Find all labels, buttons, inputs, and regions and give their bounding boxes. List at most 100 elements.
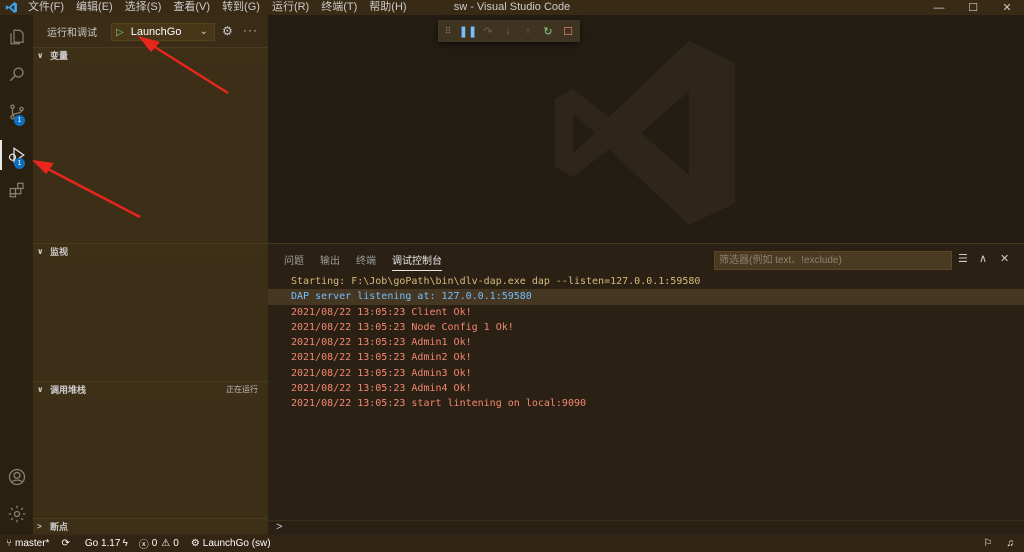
watch-view: [33, 258, 268, 381]
editor-area: ⠿ ❚❚ ↷ ↓ ↑ ↻ ☐: [268, 15, 1024, 243]
drag-handle-icon[interactable]: ⠿: [438, 21, 458, 41]
error-icon: ⓧ: [138, 540, 149, 551]
step-into-icon[interactable]: ↓: [498, 21, 518, 41]
call-stack-status: 正在运行: [226, 384, 258, 394]
console-line: 2021/08/22 13:05:23 Client Ok!: [291, 306, 472, 318]
pause-icon[interactable]: ❚❚: [458, 21, 478, 41]
title-bar: 文件(F) 编辑(E) 选择(S) 查看(V) 转到(G) 运行(R) 终端(T…: [0, 0, 1024, 15]
account-icon[interactable]: [0, 460, 33, 494]
extensions-icon[interactable]: [0, 173, 33, 207]
console-input[interactable]: >: [268, 520, 1024, 535]
explorer-icon[interactable]: [0, 20, 33, 54]
console-prompt: >: [276, 521, 283, 533]
breakpoints-section-header[interactable]: > 断点: [33, 518, 268, 533]
status-bar-right: ⚐ ♫: [984, 535, 1014, 552]
variables-section-header[interactable]: ∨ 变量: [33, 47, 268, 62]
chevron-down-icon: ∨: [37, 384, 44, 394]
branch-status[interactable]: ⑂ master*: [6, 538, 49, 549]
call-stack-section-header[interactable]: ∨ 调用堆栈 正在运行: [33, 381, 268, 396]
window-controls: — ☐ ✕: [922, 0, 1024, 15]
maximize-icon[interactable]: ☐: [956, 0, 990, 15]
step-out-icon[interactable]: ↑: [518, 21, 538, 41]
debug-console-output: Starting: F:\Job\goPath\bin\dlv-dap.exe …: [268, 274, 1024, 412]
variables-view: [33, 62, 268, 242]
stop-icon[interactable]: ☐: [558, 21, 578, 41]
problems-status[interactable]: ⓧ 0 ⚠ 0: [139, 536, 179, 551]
launch-config-select[interactable]: ▷ LaunchGo ⌄: [111, 23, 215, 41]
activity-bar: 1 1: [0, 15, 33, 535]
menu-terminal[interactable]: 终端(T): [315, 0, 363, 15]
sync-icon: ⟳: [61, 538, 70, 549]
menu-view[interactable]: 查看(V): [167, 0, 216, 15]
tab-output[interactable]: 输出: [320, 244, 340, 274]
error-count: 0: [151, 538, 158, 549]
tab-terminal[interactable]: 终端: [356, 244, 376, 274]
restart-icon[interactable]: ↻: [538, 21, 558, 41]
breakpoints-label: 断点: [50, 521, 69, 532]
chevron-down-icon: ∨: [37, 50, 44, 60]
menu-selection[interactable]: 选择(S): [119, 0, 168, 15]
menu-edit[interactable]: 编辑(E): [70, 0, 119, 15]
branch-name: master*: [15, 538, 50, 549]
console-filter-input[interactable]: 筛选器(例如 text、!exclude): [714, 251, 952, 270]
feedback-icon[interactable]: ⚐: [984, 538, 993, 549]
console-line: 2021/08/22 13:05:23 Admin1 Ok!: [291, 337, 472, 349]
run-debug-icon[interactable]: 1: [0, 138, 33, 172]
run-debug-sidebar: 运行和调试 ▷ LaunchGo ⌄ ⚙ ··· ∨ 变量 ∨ 监视 ∨ 调用堆…: [33, 15, 268, 535]
tab-debug-console[interactable]: 调试控制台: [392, 244, 442, 274]
run-debug-badge: 1: [14, 158, 25, 169]
warning-count: 0: [173, 538, 179, 549]
menu-bar: 文件(F) 编辑(E) 选择(S) 查看(V) 转到(G) 运行(R) 终端(T…: [22, 0, 413, 15]
debug-config-status[interactable]: ⚙ LaunchGo (sw): [191, 538, 271, 549]
debug-config-name: LaunchGo (sw): [202, 538, 271, 549]
launch-config-name: LaunchGo: [130, 26, 182, 38]
search-icon[interactable]: [0, 57, 33, 91]
watch-section-header[interactable]: ∨ 监视: [33, 243, 268, 258]
start-debug-icon[interactable]: ▷: [116, 27, 124, 38]
vscode-watermark-icon: [555, 41, 735, 225]
go-version-status[interactable]: Go 1.17 ϟ: [85, 538, 131, 549]
console-line: 2021/08/22 13:05:23 start lintening on l…: [291, 398, 587, 410]
tab-problems[interactable]: 问题: [284, 244, 304, 274]
console-line: 2021/08/22 13:05:23 Admin3 Ok!: [291, 367, 472, 379]
lightning-icon: ϟ: [122, 538, 128, 549]
step-over-icon[interactable]: ↷: [478, 21, 498, 41]
menu-run[interactable]: 运行(R): [266, 0, 315, 15]
call-stack-label: 调用堆栈: [50, 384, 87, 395]
menu-file[interactable]: 文件(F): [22, 0, 70, 15]
debug-icon: ⚙: [190, 538, 200, 549]
chevron-right-icon: >: [37, 521, 42, 531]
chevron-down-icon: ⌄: [199, 26, 208, 37]
more-actions-icon[interactable]: ···: [243, 23, 258, 37]
menu-go[interactable]: 转到(G): [216, 0, 266, 15]
warning-icon: ⚠: [161, 538, 171, 549]
call-stack-view: [33, 396, 268, 518]
open-launch-json-gear-icon[interactable]: ⚙: [222, 24, 233, 38]
vscode-logo-icon: [0, 0, 22, 15]
manage-gear-icon[interactable]: [0, 497, 33, 531]
console-line: 2021/08/22 13:05:23 Admin2 Ok!: [291, 352, 472, 364]
bottom-panel: 问题 输出 终端 调试控制台 筛选器(例如 text、!exclude) ☰ ∧…: [268, 243, 1024, 535]
debug-toolbar: ⠿ ❚❚ ↷ ↓ ↑ ↻ ☐: [438, 20, 580, 42]
minimize-icon[interactable]: —: [922, 0, 956, 15]
watch-label: 监视: [50, 246, 69, 257]
go-version: Go 1.17: [84, 538, 121, 549]
maximize-panel-icon[interactable]: ∧: [979, 252, 987, 265]
console-line: 2021/08/22 13:05:23 Node Config 1 Ok!: [291, 321, 514, 333]
menu-help[interactable]: 帮助(H): [363, 0, 412, 15]
clear-console-icon[interactable]: ☰: [958, 252, 968, 265]
close-panel-icon[interactable]: ✕: [1000, 252, 1009, 265]
sync-status[interactable]: ⟳: [61, 538, 72, 549]
console-line: Starting: F:\Job\goPath\bin\dlv-dap.exe …: [291, 276, 701, 287]
close-icon[interactable]: ✕: [990, 0, 1024, 15]
console-line: DAP server listening at: 127.0.0.1:59580: [268, 289, 1024, 305]
notifications-bell-icon[interactable]: ♫: [1007, 538, 1015, 549]
variables-label: 变量: [50, 50, 69, 61]
branch-icon: ⑂: [6, 538, 12, 549]
source-control-badge: 1: [14, 115, 25, 126]
console-line: 2021/08/22 13:05:23 Admin4 Ok!: [291, 383, 472, 395]
sidebar-title: 运行和调试: [47, 27, 97, 39]
status-bar: ⑂ master* ⟳ Go 1.17 ϟ ⓧ 0 ⚠ 0 ⚙ LaunchGo…: [0, 535, 1024, 552]
chevron-down-icon: ∨: [37, 246, 44, 256]
source-control-icon[interactable]: 1: [0, 95, 33, 129]
